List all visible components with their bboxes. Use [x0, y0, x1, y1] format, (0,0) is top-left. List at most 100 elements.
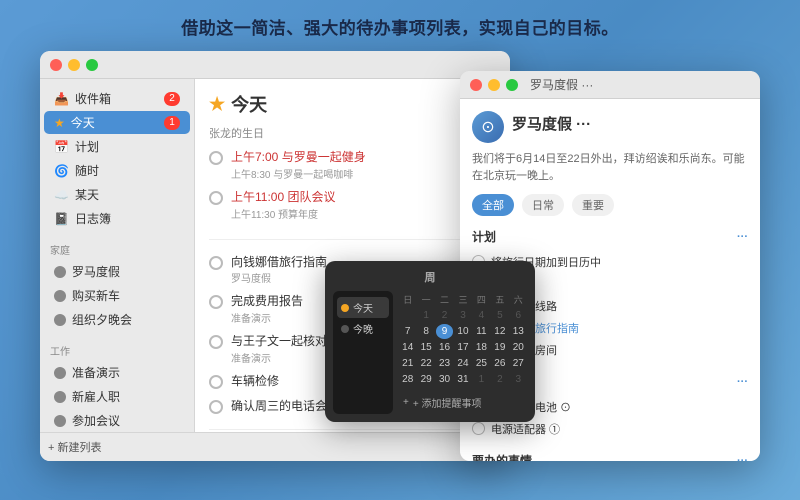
cal-day-21[interactable]: 21 [399, 356, 416, 371]
cal-header-wed: 三 [454, 291, 471, 308]
detail-close-button[interactable] [470, 79, 482, 91]
cal-day-9[interactable]: 9 [436, 324, 453, 339]
rome-trip-dot [54, 266, 66, 278]
cal-day-13[interactable]: 13 [510, 324, 527, 339]
cal-day-16[interactable]: 16 [436, 340, 453, 355]
detail-minimize-button[interactable] [488, 79, 500, 91]
cal-day-23[interactable]: 23 [436, 356, 453, 371]
task-checkbox-car[interactable] [209, 375, 223, 389]
sidebar-item-plan[interactable]: 📅 计划 [44, 135, 190, 158]
cal-day-25[interactable]: 25 [473, 356, 490, 371]
sidebar-item-buy-car[interactable]: 购买新车 [44, 284, 190, 307]
headline: 借助这一简洁、强大的待办事项列表，实现自己的目标。 [181, 14, 619, 39]
cal-day-10[interactable]: 10 [454, 324, 471, 339]
task-item-meeting: 上午11:00 团队会议 上午11:30 预算年度 [209, 185, 496, 225]
cal-day-31[interactable]: 31 [454, 372, 471, 387]
cal-day-3[interactable]: 3 [510, 372, 527, 387]
cal-tonight-label: 今晚 [353, 321, 373, 336]
cal-day-1[interactable]: 1 [417, 308, 434, 323]
sidebar-item-hire[interactable]: 新雇人职 [44, 385, 190, 408]
sidebar-item-journal[interactable]: 📓 日志簿 [44, 207, 190, 230]
cal-day-12[interactable]: 12 [491, 324, 508, 339]
buy-car-dot [54, 290, 66, 302]
sidebar-family-section: 家庭 罗马度假 购买新车 组织夕晚会 [40, 238, 194, 331]
detail-titlebar: 罗马度假 ··· [460, 71, 760, 99]
cal-day-30[interactable]: 30 [436, 372, 453, 387]
sidebar-item-demo[interactable]: 准备演示 [44, 361, 190, 384]
task-text-meeting: 上午11:00 团队会议 [231, 189, 335, 206]
cal-sidebar-tonight[interactable]: 今晚 [337, 318, 389, 339]
cal-day-7[interactable]: 7 [399, 324, 416, 339]
todo-section: 要办的事情 ··· 上京任课 梵蒂冈一日游 [472, 452, 748, 461]
cal-day-8[interactable]: 8 [417, 324, 434, 339]
task-content-guide: 向钱娜借旅行指南 罗马度假 [231, 254, 327, 286]
cal-day-26[interactable]: 26 [491, 356, 508, 371]
task-checkbox-guide[interactable] [209, 256, 223, 270]
calendar-add-reminder-button[interactable]: + + 添加提醒事项 [399, 391, 527, 414]
cal-day-2[interactable]: 2 [491, 372, 508, 387]
cal-day-[interactable] [399, 308, 416, 323]
sidebar-item-random[interactable]: 🌀 随时 [44, 159, 190, 182]
cal-day-18[interactable]: 18 [473, 340, 490, 355]
cal-day-3[interactable]: 3 [454, 308, 471, 323]
task-item-gym: 上午7:00 与罗曼一起健身 上午8:30 与罗曼一起喝咖啡 [209, 145, 496, 185]
someday-label: 某天 [75, 186, 99, 203]
sidebar-item-meeting[interactable]: 参加会议 [44, 409, 190, 432]
today-badge: 1 [164, 116, 180, 130]
task-sub-meeting: 上午11:30 预算年度 [231, 206, 335, 221]
cal-day-4[interactable]: 4 [473, 308, 490, 323]
todo-header-text: 要办的事情 [472, 452, 532, 461]
calendar-grid-container: 日 一 二 三 四 五 六 12345678910111213141516171… [399, 291, 527, 414]
cal-day-19[interactable]: 19 [491, 340, 508, 355]
cal-day-2[interactable]: 2 [436, 308, 453, 323]
sidebar-item-today[interactable]: ★ 今天 1 [44, 111, 190, 134]
cal-day-11[interactable]: 11 [473, 324, 490, 339]
calendar-inner: 今天 今晚 日 一 二 三 四 五 六 [333, 291, 527, 414]
close-button[interactable] [50, 59, 62, 71]
detail-checkbox-adapter[interactable] [472, 422, 485, 435]
cal-header-thu: 四 [473, 291, 490, 308]
cal-today-label: 今天 [353, 300, 373, 315]
family-section-label: 家庭 [40, 238, 194, 259]
cal-day-17[interactable]: 17 [454, 340, 471, 355]
sidebar-item-someday[interactable]: ☁️ 某天 [44, 183, 190, 206]
detail-maximize-button[interactable] [506, 79, 518, 91]
task-checkbox-gym[interactable] [209, 151, 223, 165]
main-titlebar [40, 51, 510, 79]
cal-day-27[interactable]: 27 [510, 356, 527, 371]
sidebar-item-inbox[interactable]: 📥 收件箱 2 [44, 87, 190, 110]
sidebar-item-rome-trip[interactable]: 罗马度假 [44, 260, 190, 283]
add-reminder-label: + 添加提醒事项 [413, 395, 482, 410]
cal-day-20[interactable]: 20 [510, 340, 527, 355]
cal-day-29[interactable]: 29 [417, 372, 434, 387]
task-content-call: 确认周三的电话会议 [231, 398, 339, 415]
plus-icon: + [403, 397, 409, 408]
tab-all[interactable]: 全部 [472, 194, 514, 216]
task-checkbox-data[interactable] [209, 335, 223, 349]
task-checkbox-meeting[interactable] [209, 191, 223, 205]
cal-day-28[interactable]: 28 [399, 372, 416, 387]
minimize-button[interactable] [68, 59, 80, 71]
tonight-dot [341, 325, 349, 333]
cal-day-22[interactable]: 22 [417, 356, 434, 371]
cal-day-15[interactable]: 15 [417, 340, 434, 355]
cal-day-6[interactable]: 6 [510, 308, 527, 323]
cal-day-24[interactable]: 24 [454, 356, 471, 371]
calendar-popup: 周 今天 今晚 日 一 二 三 四 [325, 261, 535, 422]
cal-sidebar-today[interactable]: 今天 [337, 297, 389, 318]
tab-daily[interactable]: 日常 [522, 194, 564, 216]
meeting-dot [54, 415, 66, 427]
tab-important[interactable]: 重要 [572, 194, 614, 216]
calendar-week-label: 周 [333, 269, 527, 285]
plan-more-button[interactable]: ··· [737, 231, 748, 243]
cal-day-1[interactable]: 1 [473, 372, 490, 387]
task-checkbox-expense[interactable] [209, 295, 223, 309]
cal-day-14[interactable]: 14 [399, 340, 416, 355]
sidebar-item-party[interactable]: 组织夕晚会 [44, 308, 190, 331]
todo-more-button[interactable]: ··· [737, 455, 748, 462]
maximize-button[interactable] [86, 59, 98, 71]
buy-more-button[interactable]: ··· [737, 376, 748, 388]
add-list-button[interactable]: + 新建列表 [48, 439, 101, 455]
task-checkbox-call[interactable] [209, 400, 223, 414]
cal-day-5[interactable]: 5 [491, 308, 508, 323]
